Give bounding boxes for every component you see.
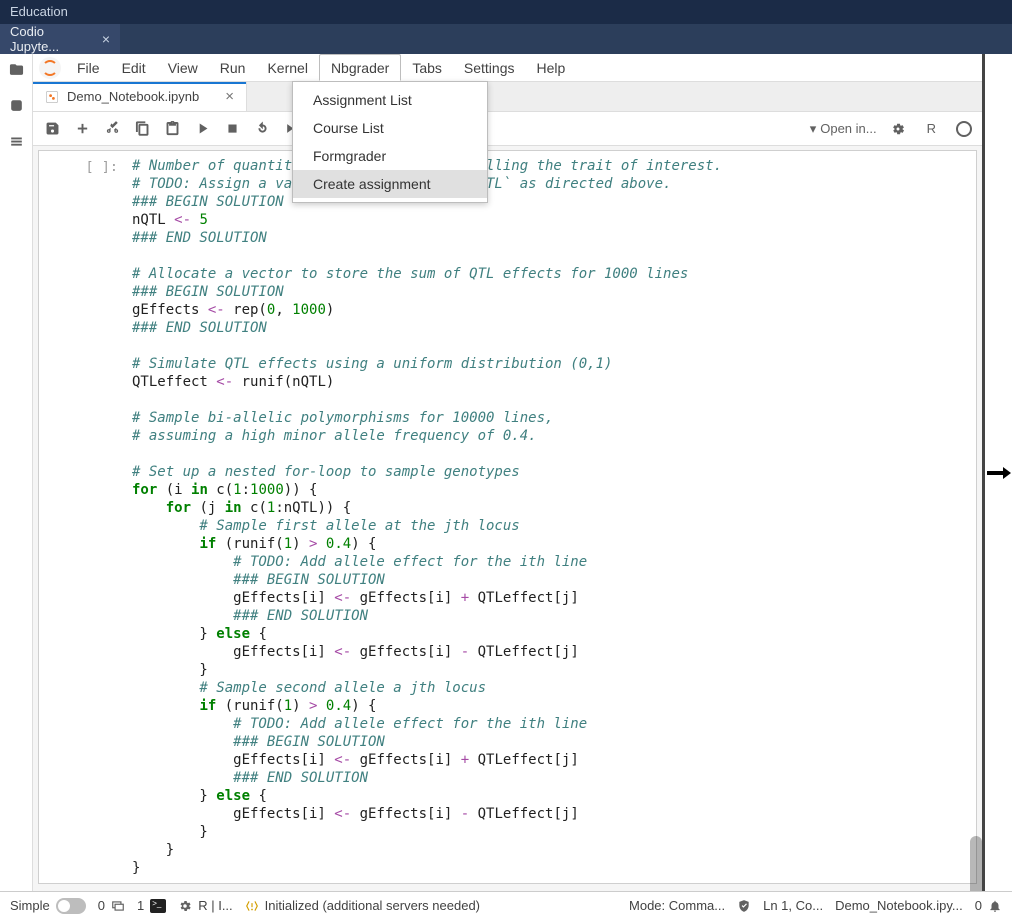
menu-tabs[interactable]: Tabs	[401, 54, 453, 81]
run-icon[interactable]	[193, 120, 211, 138]
collapse-handle[interactable]	[982, 54, 1012, 891]
document-tab-title: Demo_Notebook.ipynb	[67, 89, 199, 104]
nbgrader-menu: Assignment ListCourse ListFormgraderCrea…	[292, 81, 488, 203]
app-title: Education	[10, 4, 68, 19]
cut-icon[interactable]	[103, 120, 121, 138]
browser-tab-title: Codio Jupyte...	[10, 24, 92, 54]
notebook-editor[interactable]: [ ]: # Number of quantitative trait loci…	[33, 146, 982, 891]
file-path[interactable]: Demo_Notebook.ipy...	[835, 898, 963, 913]
copy-icon[interactable]	[133, 120, 151, 138]
browser-tabstrip: Codio Jupyte... ×	[0, 24, 1012, 54]
menu-item-formgrader[interactable]: Formgrader	[293, 142, 487, 170]
toggle-icon[interactable]	[56, 898, 86, 914]
menu-item-course-list[interactable]: Course List	[293, 114, 487, 142]
jupyter-logo[interactable]	[33, 54, 66, 81]
kernel-name[interactable]: R	[927, 121, 936, 136]
app-titlebar: Education	[0, 0, 1012, 24]
close-icon[interactable]: ×	[102, 31, 110, 47]
kernel-status-icon[interactable]	[956, 121, 972, 137]
menu-nbgrader[interactable]: Nbgrader	[319, 54, 401, 81]
open-tabs-count[interactable]: 0	[98, 898, 125, 913]
document-tabbar: Demo_Notebook.ipynb ×	[33, 82, 982, 112]
tabs-icon	[111, 899, 125, 913]
menu-item-assignment-list[interactable]: Assignment List	[293, 86, 487, 114]
activity-bar	[0, 54, 33, 891]
browser-tab[interactable]: Codio Jupyte... ×	[0, 24, 120, 54]
restart-icon[interactable]	[253, 120, 271, 138]
terminal-icon	[150, 899, 166, 913]
menu-settings[interactable]: Settings	[453, 54, 526, 81]
menu-kernel[interactable]: Kernel	[256, 54, 318, 81]
notebook-toolbar: ▾Open in... R	[33, 112, 982, 146]
running-icon[interactable]	[7, 96, 25, 114]
mode-status[interactable]: Mode: Comma...	[629, 898, 725, 913]
cursor-position[interactable]: Ln 1, Co...	[763, 898, 823, 913]
paste-icon[interactable]	[163, 120, 181, 138]
servers-status[interactable]: Initialized (additional servers needed)	[245, 898, 480, 913]
save-icon[interactable]	[43, 120, 61, 138]
menu-view[interactable]: View	[157, 54, 209, 81]
notebook-icon	[45, 90, 59, 104]
menu-help[interactable]: Help	[525, 54, 576, 81]
menu-edit[interactable]: Edit	[111, 54, 157, 81]
menu-item-create-assignment[interactable]: Create assignment	[293, 170, 487, 198]
lsp-status[interactable]: R | I...	[178, 898, 232, 913]
simple-toggle[interactable]: Simple	[10, 898, 86, 914]
open-in-dropdown[interactable]: ▾Open in...	[810, 121, 877, 137]
code-cell[interactable]: [ ]: # Number of quantitative trait loci…	[38, 150, 977, 884]
document-tab[interactable]: Demo_Notebook.ipynb ×	[33, 82, 247, 111]
menubar: FileEditViewRunKernelNbgraderTabsSetting…	[33, 54, 982, 82]
code-content[interactable]: # Number of quantitative trait loci cont…	[124, 151, 976, 883]
stop-icon[interactable]	[223, 120, 241, 138]
add-icon[interactable]	[73, 120, 91, 138]
menu-run[interactable]: Run	[209, 54, 257, 81]
folder-icon[interactable]	[7, 60, 25, 78]
statusbar: Simple 0 1 R | I... Initialized (additio…	[0, 891, 1012, 919]
trust-status[interactable]	[737, 899, 751, 913]
notifications[interactable]: 0	[975, 898, 1002, 913]
gear-icon[interactable]	[889, 120, 907, 138]
menu-file[interactable]: File	[66, 54, 111, 81]
close-icon[interactable]: ×	[225, 88, 234, 105]
toc-icon[interactable]	[7, 132, 25, 150]
cell-prompt: [ ]:	[39, 151, 124, 883]
terminals-count[interactable]: 1	[137, 898, 166, 913]
scrollbar-thumb[interactable]	[970, 836, 982, 891]
